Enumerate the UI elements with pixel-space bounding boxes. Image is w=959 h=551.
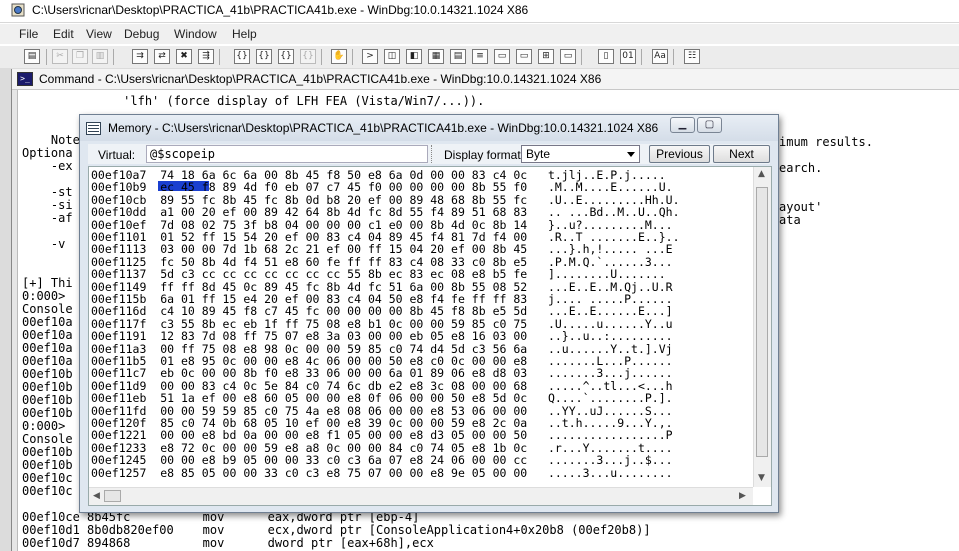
memory-row: 00ef1191 12 83 7d 08 ff 75 07 e8 3a 03 0…	[91, 329, 673, 344]
scroll-down-arrow-icon[interactable]: ▼	[758, 473, 765, 483]
command-window-left-margin	[12, 90, 18, 551]
toolbar-separator	[321, 49, 322, 65]
toolbar-separator	[46, 49, 47, 65]
run-to-cursor-icon[interactable]: {}	[300, 49, 316, 64]
toolbar-separator	[219, 49, 220, 65]
cut-icon[interactable]: ✂	[52, 49, 68, 64]
app-title: C:\Users\ricnar\Desktop\PRACTICA_41b\PRA…	[32, 3, 529, 17]
command-line-fragment: imum results.	[779, 135, 873, 149]
watch-window-icon[interactable]: ◫	[384, 49, 400, 64]
command-line: -af	[22, 211, 73, 225]
toolbar: ▤ ✂ ❐ ▥ ⇉ ⇄ ✖ ⇶ {} {} {} {} ✋ > ◫ ◧ ▦ ▤ …	[0, 45, 959, 69]
command-line-fragment: ata	[779, 213, 801, 227]
call-stack-window-icon[interactable]: ≡	[472, 49, 488, 64]
paste-icon[interactable]: ▥	[92, 49, 108, 64]
menu-edit[interactable]: Edit	[53, 27, 74, 41]
step-out-icon[interactable]: {}	[278, 49, 294, 64]
command-line-fragment: earch.	[779, 161, 823, 175]
go-icon[interactable]: ⇉	[132, 49, 148, 64]
step-into-icon[interactable]: {}	[234, 49, 250, 64]
registers-window-icon[interactable]: ▦	[428, 49, 444, 64]
horizontal-scrollbar[interactable]: ◀ ▶	[89, 487, 753, 505]
previous-button[interactable]: Previous	[649, 145, 710, 163]
disassembly-line: 00ef10d7 894868 mov dword ptr [eax+68h],…	[22, 536, 434, 550]
restart-icon[interactable]: ⇄	[154, 49, 170, 64]
vertical-scrollbar[interactable]: ▲ ▼	[753, 167, 771, 487]
options-icon[interactable]: ☷	[684, 49, 700, 64]
open-file-icon[interactable]: ▤	[24, 49, 40, 64]
maximize-button[interactable]: ▢	[697, 117, 722, 133]
processes-threads-icon[interactable]: ⊞	[538, 49, 554, 64]
step-over-icon[interactable]: {}	[256, 49, 272, 64]
toolbar-separator	[673, 49, 674, 65]
stop-debugging-icon[interactable]: ✖	[176, 49, 192, 64]
scratch-pad-icon[interactable]: ▭	[516, 49, 532, 64]
menu-debug[interactable]: Debug	[124, 27, 159, 41]
toolbar-grip	[431, 145, 436, 163]
command-window-title-bar[interactable]: >_ Command - C:\Users\ricnar\Desktop\PRA…	[12, 69, 959, 90]
chevron-down-icon	[627, 152, 635, 157]
app-title-bar: C:\Users\ricnar\Desktop\PRACTICA_41b\PRA…	[0, 0, 959, 23]
scroll-right-arrow-icon[interactable]: ▶	[739, 491, 746, 501]
display-format-label: Display format:	[444, 148, 525, 162]
windbg-app-icon	[11, 3, 25, 17]
display-format-value: Byte	[526, 147, 551, 161]
memory-row: 00ef11c7 eb 0c 00 00 8b f0 e8 33 06 00 0…	[91, 366, 673, 381]
memory-row: 00ef116d c4 10 89 45 f8 c7 45 fc 00 00 0…	[91, 304, 673, 319]
memory-row: 00ef1245 00 00 e8 b9 05 00 00 33 c0 c3 6…	[91, 453, 673, 468]
minimize-button[interactable]: ▁	[670, 117, 695, 133]
command-line: -v	[22, 237, 66, 251]
display-format-select[interactable]: Byte	[521, 145, 640, 163]
memory-row: 00ef11eb 51 1a ef 00 e8 60 05 00 00 e8 0…	[91, 391, 673, 406]
toolbar-separator	[352, 49, 353, 65]
scroll-up-arrow-icon[interactable]: ▲	[758, 169, 765, 179]
virtual-label: Virtual:	[98, 148, 136, 162]
command-window-icon[interactable]: >	[362, 49, 378, 64]
menu-view[interactable]: View	[86, 27, 112, 41]
command-line: 'lfh' (force display of LFH FEA (Vista/W…	[22, 95, 485, 108]
menu-window[interactable]: Window	[174, 27, 217, 41]
memory-row: 00ef1257 e8 85 05 00 00 33 c0 c3 e8 75 0…	[91, 465, 673, 480]
source-mode-icon[interactable]: ▭	[560, 49, 576, 64]
vertical-scroll-thumb[interactable]	[756, 187, 768, 457]
menu-help[interactable]: Help	[232, 27, 257, 41]
memory-toolbar: Virtual: @$scopeip Display format: Byte …	[88, 144, 770, 164]
scroll-left-arrow-icon[interactable]: ◀	[93, 491, 100, 501]
copy-icon[interactable]: ❐	[72, 49, 88, 64]
memory-row: 00ef1137 5d c3 cc cc cc cc cc cc cc 55 8…	[91, 267, 666, 282]
command-line: 00ef10c	[22, 484, 73, 498]
command-window-title: Command - C:\Users\ricnar\Desktop\PRACTI…	[39, 72, 602, 86]
source-mode-toggle-icon[interactable]: ▯	[598, 49, 614, 64]
font-icon[interactable]: Aa	[652, 49, 668, 64]
memory-row: 00ef10dd a1 00 20 ef 00 89 42 64 8b 4d f…	[91, 205, 680, 220]
memory-window-icon	[86, 122, 101, 135]
locals-window-icon[interactable]: ◧	[406, 49, 422, 64]
memory-window-title-bar[interactable]: Memory - C:\Users\ricnar\Desktop\PRACTIC…	[80, 115, 778, 141]
toolbar-separator	[641, 49, 642, 65]
virtual-address-input[interactable]: @$scopeip	[146, 145, 428, 163]
memory-window-title: Memory - C:\Users\ricnar\Desktop\PRACTIC…	[108, 121, 659, 135]
hex-display-icon[interactable]: 01	[620, 49, 636, 64]
next-button[interactable]: Next	[713, 145, 770, 163]
horizontal-scroll-thumb[interactable]	[104, 490, 121, 502]
memory-window: Memory - C:\Users\ricnar\Desktop\PRACTIC…	[79, 114, 779, 513]
memory-dump-area[interactable]: 00ef10a7 74 18 6a 6c 6a 00 8b 45 f8 50 e…	[88, 166, 772, 506]
toolbar-separator	[113, 49, 114, 65]
disassembly-window-icon[interactable]: ▭	[494, 49, 510, 64]
toolbar-separator	[581, 49, 582, 65]
hand-icon[interactable]: ✋	[331, 49, 347, 64]
break-icon[interactable]: ⇶	[198, 49, 214, 64]
menu-file[interactable]: File	[19, 27, 38, 41]
command-window-icon: >_	[17, 72, 33, 86]
memory-window-icon[interactable]: ▤	[450, 49, 466, 64]
menu-bar: File Edit View Debug Window Help	[0, 24, 959, 44]
command-line: -ex	[22, 159, 73, 173]
memory-row: 00ef10b9 ec 45 f8 89 4d f0 eb 07 c7 45 f…	[91, 180, 673, 195]
memory-row: 00ef1221 00 00 e8 bd 0a 00 00 e8 f1 05 0…	[91, 428, 673, 443]
memory-row: 00ef1113 03 00 00 7d 1b 68 2c 21 ef 00 f…	[91, 242, 673, 257]
